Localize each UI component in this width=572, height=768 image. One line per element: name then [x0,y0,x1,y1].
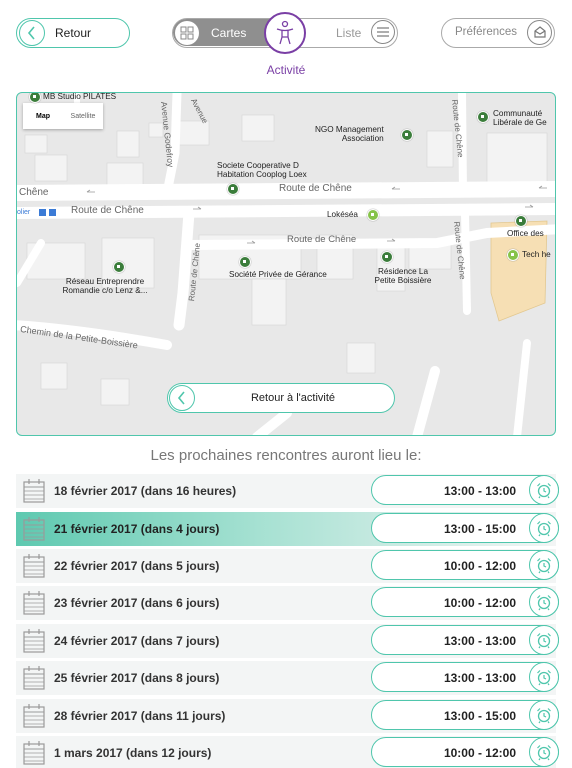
calendar-icon [23,517,45,541]
alarm-clock-icon[interactable] [529,587,559,617]
calendar-icon [23,704,45,728]
poi-label: olier [17,209,31,216]
session-date: 22 février 2017 (dans 5 jours) [54,559,220,573]
alarm-clock-icon[interactable] [529,625,559,655]
poi-label: Résidence La Petite Boissière [374,267,432,285]
poi-pin[interactable] [113,261,125,273]
alarm-clock-icon[interactable] [529,550,559,580]
session-time-pill[interactable]: 13:00 - 13:00 [371,662,559,692]
session-row[interactable]: 23 février 2017 (dans 6 jours) 10:00 - 12… [16,586,559,620]
map-type-control: Map Satellite [23,103,103,129]
road-label: Route de Chêne [71,205,144,216]
alarm-clock-icon[interactable] [529,737,559,767]
calendar-icon [23,666,45,690]
alarm-clock-icon[interactable] [529,513,559,543]
session-time-pill[interactable]: 13:00 - 15:00 [371,513,559,543]
session-date: 25 février 2017 (dans 8 jours) [54,671,220,685]
activity-label: Activité [266,63,306,77]
list-icon[interactable] [371,20,395,44]
poi-pin[interactable] [507,249,519,261]
chevron-left-icon [19,20,45,46]
session-time: 10:00 - 12:00 [443,596,516,610]
sessions-title: Les prochaines rencontres auront lieu le… [150,447,422,464]
back-button[interactable]: Retour [16,18,130,48]
grid-icon [175,20,199,45]
poi-pin[interactable] [381,251,393,263]
session-date: 1 mars 2017 (dans 12 jours) [54,746,212,760]
tab-cartes-label: Cartes [211,25,247,40]
person-icon [276,20,294,45]
back-to-activity-label: Retour à l'activité [250,392,336,404]
session-time: 10:00 - 12:00 [443,746,516,760]
poi-label: Réseau Entreprendre Romandie c/o Lenz &.… [62,277,148,295]
calendar-icon [23,741,45,765]
calendar-icon [23,591,45,615]
session-row[interactable]: 21 février 2017 (dans 4 jours) 13:00 - 15… [16,512,559,546]
session-row[interactable]: 25 février 2017 (dans 8 jours) 13:00 - 13… [16,661,559,695]
session-time-pill[interactable]: 13:00 - 13:00 [371,625,559,655]
session-time: 13:00 - 15:00 [443,709,516,723]
poi-pin[interactable] [515,215,527,227]
session-row[interactable]: 24 février 2017 (dans 7 jours) 13:00 - 13… [16,624,559,658]
session-time-pill[interactable]: 10:00 - 12:00 [371,737,559,767]
chevron-left-icon [169,384,195,411]
session-date: 18 février 2017 (dans 16 heures) [54,484,237,498]
preferences-icon [527,20,552,45]
road-label: Route de Chêne [279,183,352,194]
session-time-pill[interactable]: 13:00 - 13:00 [371,475,559,505]
map-view[interactable]: Map Satellite Chêne Route de Chêne Route… [16,92,556,436]
session-time: 10:00 - 12:00 [443,559,516,573]
map-type-map[interactable]: Map [23,113,63,120]
back-to-activity-button[interactable]: Retour à l'activité [167,383,395,413]
session-row[interactable]: 22 février 2017 (dans 5 jours) 10:00 - 12… [16,549,559,583]
preferences-button[interactable]: Préférences [441,18,555,48]
alarm-clock-icon[interactable] [529,475,559,505]
calendar-icon [23,479,45,503]
session-time-pill[interactable]: 13:00 - 15:00 [371,700,559,730]
activity-button[interactable] [264,12,306,54]
poi-pin[interactable] [227,183,239,195]
session-time: 13:00 - 15:00 [443,522,516,536]
road-label: Route de Chêne [287,234,357,245]
session-time-pill[interactable]: 10:00 - 12:00 [371,587,559,617]
preferences-label: Préférences [455,26,518,38]
poi-label: Tech he [522,250,551,259]
back-label: Retour [55,26,92,40]
session-date: 28 février 2017 (dans 11 jours) [54,709,226,723]
poi-pin[interactable] [239,256,251,268]
session-time-pill[interactable]: 10:00 - 12:00 [371,550,559,580]
poi-label: MB Studio PILATES [43,92,117,101]
poi-pin[interactable] [477,111,489,123]
session-row[interactable]: 1 mars 2017 (dans 12 jours) 10:00 - 12:00 [16,736,559,768]
session-time: 13:00 - 13:00 [443,484,516,498]
alarm-clock-icon[interactable] [529,662,559,692]
poi-label: Societe Cooperative D Habitation Cooplog… [217,161,307,179]
session-date: 23 février 2017 (dans 6 jours) [54,596,220,610]
poi-label: Lokéséa [327,210,358,219]
map-type-satellite[interactable]: Satellite [63,113,103,120]
poi-pin[interactable] [401,129,413,141]
session-row[interactable]: 18 février 2017 (dans 16 heures) 13:00 - … [16,474,559,508]
calendar-icon [23,629,45,653]
poi-label: Société Privée de Gérance [229,270,327,279]
session-row[interactable]: 28 février 2017 (dans 11 jours) 13:00 - 1… [16,699,559,733]
session-date: 24 février 2017 (dans 7 jours) [54,634,220,648]
poi-label: Office des [507,229,544,238]
poi-pin[interactable] [367,209,379,221]
session-date: 21 février 2017 (dans 4 jours) [54,522,220,536]
tab-liste[interactable]: Liste [336,26,361,40]
road-label: Chêne [19,187,49,198]
alarm-clock-icon[interactable] [529,700,559,730]
calendar-icon [23,554,45,578]
poi-label: Communauté Libérale de Ge [493,109,547,127]
session-time: 13:00 - 13:00 [443,671,516,685]
poi-label: NGO Management Association [315,125,384,143]
session-time: 13:00 - 13:00 [443,634,516,648]
